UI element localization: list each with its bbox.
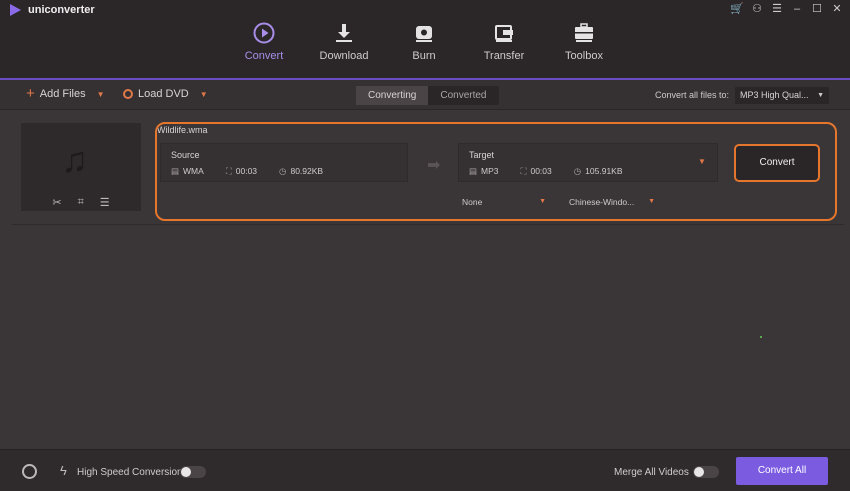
lightning-icon: ϟ [60, 463, 67, 478]
source-format: WMA [183, 166, 204, 176]
add-files-label: Add Files [39, 88, 86, 100]
add-files-button[interactable]: + Add Files ▼ [26, 85, 105, 102]
main-nav: Convert Download Burn Transfer Toolbox [224, 18, 624, 80]
high-speed-toggle[interactable] [180, 466, 206, 478]
transfer-icon [495, 25, 513, 42]
close-icon[interactable]: ✕ [830, 2, 844, 16]
nav-convert[interactable]: Convert [224, 18, 304, 80]
resolution-icon: ⛶ [225, 166, 232, 176]
chevron-down-icon[interactable]: ▼ [200, 90, 208, 99]
music-note-icon: ♫ [61, 139, 88, 180]
cart-icon[interactable]: 🛒 [730, 2, 744, 16]
audio-track-value: Chinese-Windo... [569, 197, 635, 207]
chevron-down-icon[interactable]: ▼ [97, 90, 105, 99]
nav-burn[interactable]: Burn [384, 18, 464, 80]
chevron-down-icon: ▼ [539, 198, 546, 205]
convert-all-button[interactable]: Convert All [736, 457, 828, 485]
dvd-icon [123, 89, 133, 99]
format-icon: ▤ [171, 166, 180, 176]
chevron-down-icon: ▼ [817, 92, 824, 99]
play-circle-icon [253, 22, 275, 44]
merge-toggle[interactable] [693, 466, 719, 478]
file-thumbnail[interactable]: ♫ ✂ ⌗ ☰ [21, 123, 141, 211]
clock-icon: ◷ [279, 166, 287, 176]
disc-icon [416, 26, 432, 42]
nav-label: Transfer [483, 50, 525, 62]
clock-icon: ◷ [573, 166, 582, 176]
alarm-clock-icon[interactable] [22, 464, 37, 479]
minimize-icon[interactable]: – [790, 2, 804, 16]
load-dvd-button[interactable]: Load DVD ▼ [123, 88, 208, 100]
tab-converting[interactable]: Converting [356, 86, 429, 105]
format-icon: ▤ [469, 166, 478, 176]
subtitle-value: None [462, 197, 483, 207]
source-panel: Source ▤ WMA ⛶ 00:03 ◷ 80.92KB [160, 143, 408, 182]
user-icon[interactable]: ⚇ [750, 2, 764, 16]
chevron-down-icon: ▼ [648, 198, 655, 205]
maximize-icon[interactable]: ☐ [810, 2, 824, 16]
convert-button[interactable]: Convert [734, 144, 820, 182]
high-speed-label: High Speed Conversion [77, 467, 183, 478]
plus-icon: + [26, 85, 35, 102]
menu-icon[interactable]: ☰ [770, 2, 784, 16]
edit-tools: ✂ ⌗ ☰ [21, 193, 141, 211]
trim-icon[interactable]: ✂ [52, 196, 61, 209]
nav-transfer[interactable]: Transfer [464, 18, 544, 80]
nav-label: Download [319, 50, 369, 62]
audio-track-select[interactable]: Chinese-Windo... ▼ [565, 193, 659, 211]
source-meta: ▤ WMA ⛶ 00:03 ◷ 80.92KB [171, 166, 323, 177]
app-name: uniconverter [28, 4, 95, 16]
target-dropdown-icon[interactable]: ▼ [698, 157, 706, 166]
app-logo-icon [10, 4, 21, 16]
load-dvd-label: Load DVD [138, 88, 189, 100]
source-size: 80.92KB [290, 166, 324, 176]
nav-label: Burn [412, 50, 436, 62]
nav-download[interactable]: Download [304, 18, 384, 80]
bottom-bar: ϟ High Speed Conversion Merge All Videos… [0, 449, 850, 491]
target-panel[interactable]: Target ▤ MP3 ⛶ 00:03 ◷ 105.91KB [458, 143, 718, 182]
output-format-value: MP3 High Qual... [740, 90, 809, 100]
arrow-right-icon: ➡ [427, 157, 441, 174]
source-duration: 00:03 [235, 166, 258, 176]
toolbar: + Add Files ▼ Load DVD ▼ Converting Conv… [0, 80, 850, 110]
target-meta: ▤ MP3 ⛶ 00:03 ◷ 105.91KB [469, 166, 623, 177]
nav-label: Convert [244, 50, 284, 62]
target-title: Target [469, 150, 495, 160]
toolbox-icon [575, 23, 593, 42]
output-format-select[interactable]: MP3 High Qual... ▼ [735, 87, 829, 104]
download-icon [336, 24, 352, 42]
file-item: ♫ ✂ ⌗ ☰ Wildlife.wma Source ▤ WMA ⛶ 00:03 … [12, 115, 844, 225]
target-duration: 00:03 [530, 166, 552, 176]
title-bar: uniconverter 🛒 ⚇ ☰ – ☐ ✕ Convert Downloa… [0, 0, 850, 80]
resolution-icon: ⛶ [520, 166, 527, 176]
subtitle-select[interactable]: None ▼ [458, 193, 550, 211]
view-tabs: Converting Converted [356, 86, 499, 105]
crop-icon[interactable]: ⌗ [78, 196, 84, 209]
dot-mark [760, 336, 762, 338]
nav-toolbox[interactable]: Toolbox [544, 18, 624, 80]
merge-label: Merge All Videos [614, 467, 689, 478]
target-format: MP3 [481, 166, 499, 176]
tab-converted[interactable]: Converted [428, 86, 498, 105]
effects-icon[interactable]: ☰ [100, 196, 110, 209]
window-controls: 🛒 ⚇ ☰ – ☐ ✕ [730, 2, 844, 16]
target-size: 105.91KB [585, 166, 623, 176]
nav-label: Toolbox [565, 50, 603, 62]
source-title: Source [171, 150, 200, 160]
convert-all-to-label: Convert all files to: [655, 90, 730, 100]
